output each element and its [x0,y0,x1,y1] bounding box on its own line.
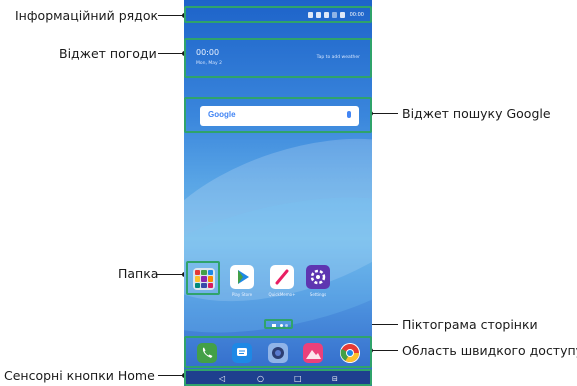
play-store-icon[interactable] [230,265,254,289]
google-search-bar[interactable]: Google [200,106,359,126]
leader-google [370,113,398,114]
weather-tap-hint: Tap to add weather [316,55,360,60]
leader-quick-access [370,350,398,351]
phone-home-screen: 00:00 00:00 Mon, May 2 Tap to add weathe… [184,0,372,386]
google-search-widget[interactable]: Google [184,97,372,133]
gallery-icon[interactable] [303,343,323,363]
label-weather-widget: Віджет погоди [59,46,157,61]
sync-icon [315,12,321,18]
weather-date: Mon, May 2 [196,61,222,66]
folder-preview [193,268,215,290]
label-page-icon: Піктограма сторінки [402,317,538,332]
messaging-icon[interactable] [232,343,252,363]
folder-icon[interactable] [186,261,220,295]
weather-widget[interactable]: 00:00 Mon, May 2 Tap to add weather [184,38,372,78]
status-bar[interactable]: 00:00 [184,6,372,23]
app-label-settings: Settings [309,292,327,297]
label-folder: Папка [118,266,159,281]
back-icon[interactable]: ◁ [219,374,225,384]
page-home-icon [272,324,276,327]
home-icon[interactable]: ○ [257,374,264,384]
microphone-icon[interactable] [347,111,351,118]
google-logo: Google [208,110,236,119]
app-label-quickmemo: QuickMemo+ [268,292,296,297]
weather-time: 00:00 [196,48,220,57]
label-home-keys: Сенсорні кнопки Home [4,368,155,383]
chrome-icon[interactable] [340,343,360,363]
alarm-icon [323,12,329,18]
phone-icon[interactable] [197,343,217,363]
app-label-play-store: Play Store [231,292,253,297]
dual-window-icon[interactable]: ⊟ [332,374,338,384]
signal-icon [331,12,337,18]
page-indicator[interactable] [264,319,293,329]
battery-icon [339,12,345,18]
quick-access-area[interactable] [184,336,372,368]
home-touch-keys[interactable]: ◁ ○ □ ⊟ [184,369,372,386]
quickmemo-icon[interactable] [270,265,294,289]
label-status-bar: Інформаційний рядок [15,8,159,23]
status-icons: 00:00 [307,12,364,18]
label-google-widget: Віджет пошуку Google [402,106,551,121]
page-dot [280,324,283,327]
notification-icon [307,12,313,18]
status-time: 00:00 [349,12,364,18]
camera-icon[interactable] [268,343,288,363]
settings-icon[interactable] [306,265,330,289]
label-quick-access: Область швидкого доступу [402,343,577,358]
page-dot [285,324,288,327]
overview-icon[interactable]: □ [294,374,302,384]
